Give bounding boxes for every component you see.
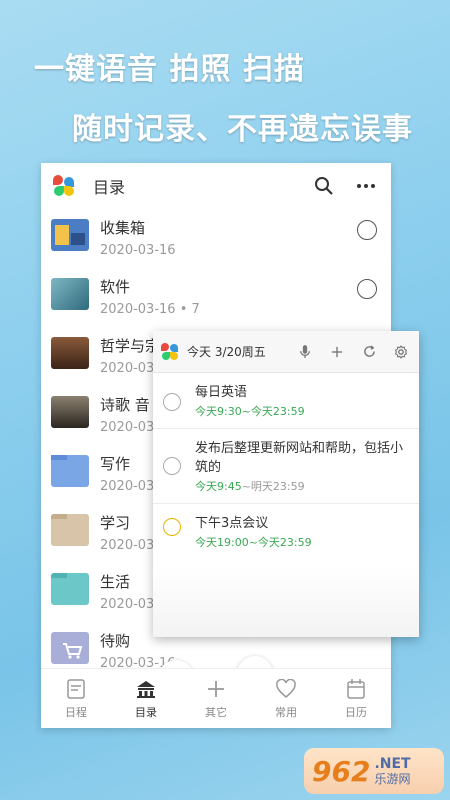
- folder-icon: [51, 514, 89, 546]
- task-name: 下午3点会议: [195, 516, 269, 531]
- schedule-icon: [66, 677, 86, 701]
- folder-name: 收集箱: [100, 219, 146, 237]
- folder-thumbnail: [51, 219, 89, 251]
- watermark-number: 962: [312, 754, 371, 788]
- headline-line2: 随时记录、不再遗忘误事: [72, 112, 413, 147]
- folder-name: 软件: [100, 278, 131, 296]
- nav-label: 其它: [205, 706, 227, 719]
- folder-thumbnail: [51, 396, 89, 428]
- task-checkbox[interactable]: [163, 518, 181, 536]
- nav-label: 常用: [275, 706, 297, 719]
- cart-folder-icon: [51, 632, 89, 664]
- task-start-time: 今天9:45: [195, 480, 242, 493]
- nav-label: 目录: [135, 706, 157, 719]
- heart-icon: [275, 677, 297, 701]
- folder-date: 2020-03-16 • 7: [100, 302, 200, 317]
- catalog-icon: [135, 677, 157, 701]
- task-time: 今天9:30~今天23:59: [195, 405, 305, 418]
- nav-other[interactable]: 其它: [181, 669, 251, 728]
- task-item[interactable]: 下午3点会议 今天19:00~今天23:59: [153, 504, 419, 559]
- calendar-icon: [346, 677, 366, 701]
- settings-icon[interactable]: [391, 342, 411, 362]
- widget-header: 今天 3/20周五: [153, 331, 419, 373]
- nav-catalog[interactable]: 目录: [111, 669, 181, 728]
- search-icon[interactable]: [311, 173, 337, 199]
- more-icon[interactable]: [353, 173, 379, 199]
- refresh-icon[interactable]: [359, 342, 379, 362]
- microphone-icon[interactable]: [295, 342, 315, 362]
- folder-icon: [51, 455, 89, 487]
- watermark-logo: 962 .NET 乐游网: [304, 748, 444, 794]
- plus-icon: [206, 677, 226, 701]
- task-item[interactable]: 发布后整理更新网站和帮助，包括小筑的 今天9:45~明天23:59: [153, 429, 419, 504]
- bottom-navigation: 日程 目录 其它 常用 日历: [41, 668, 391, 728]
- nav-calendar[interactable]: 日历: [321, 669, 391, 728]
- plus-icon[interactable]: [327, 342, 347, 362]
- nav-label: 日历: [345, 706, 367, 719]
- widget-empty-area: [153, 567, 419, 637]
- task-name: 发布后整理更新网站和帮助，包括小筑的: [195, 441, 404, 475]
- nav-label: 日程: [65, 706, 87, 719]
- folder-thumbnail: [51, 337, 89, 369]
- select-checkbox[interactable]: [357, 279, 377, 299]
- folder-date: 2020-03-16: [100, 243, 176, 258]
- today-widget: 今天 3/20周五 每日英语 今天9:30~今天23:59 发布后整理更新网站和…: [153, 331, 419, 637]
- task-checkbox[interactable]: [163, 457, 181, 475]
- nav-schedule[interactable]: 日程: [41, 669, 111, 728]
- task-item[interactable]: 每日英语 今天9:30~今天23:59: [153, 373, 419, 429]
- folder-thumbnail: [51, 278, 89, 310]
- item-count: • 7: [179, 302, 200, 317]
- logo-icon: [53, 175, 75, 197]
- watermark-net: .NET: [374, 756, 411, 772]
- headline-line1: 一键语音 拍照 扫描: [34, 52, 305, 87]
- folder-icon: [51, 573, 89, 605]
- task-time: 今天19:00~今天23:59: [195, 536, 312, 549]
- nav-favorites[interactable]: 常用: [251, 669, 321, 728]
- task-end-time: ~明天23:59: [241, 480, 305, 493]
- list-item[interactable]: 软件 2020-03-16 • 7: [41, 268, 391, 327]
- logo-icon: [161, 342, 179, 361]
- top-bar: 目录: [41, 163, 391, 209]
- select-checkbox[interactable]: [357, 220, 377, 240]
- task-checkbox[interactable]: [163, 393, 181, 411]
- widget-title: 今天 3/20周五: [187, 345, 266, 359]
- list-item[interactable]: 收集箱 2020-03-16: [41, 209, 391, 268]
- watermark-name: 乐游网: [374, 772, 411, 786]
- page-title: 目录: [93, 178, 126, 197]
- task-name: 每日英语: [195, 385, 248, 400]
